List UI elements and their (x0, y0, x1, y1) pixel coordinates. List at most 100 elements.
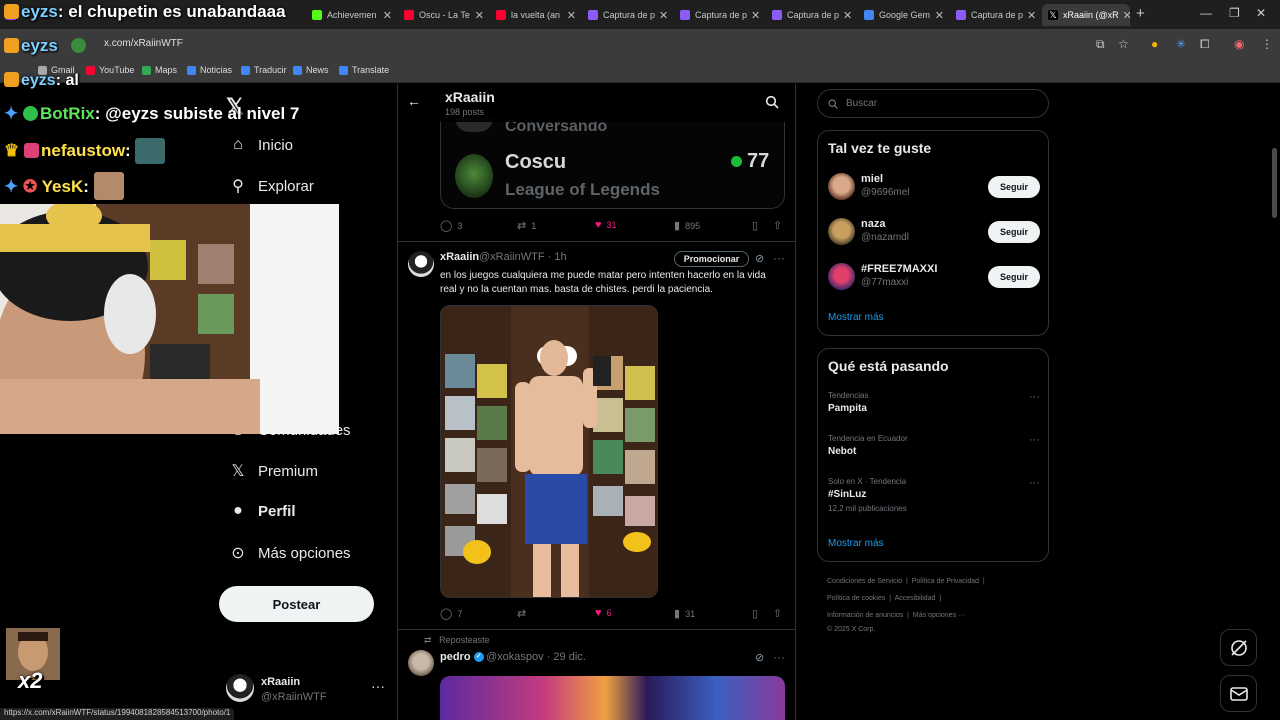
repost-icon: ⇄ (424, 635, 432, 645)
footer-link[interactable]: Política de cookies (827, 595, 885, 602)
profile-avatar-icon[interactable]: ◉ (1234, 37, 1244, 51)
url-field[interactable]: x.com/xRaiinWTF (104, 38, 183, 49)
footer-link[interactable]: Más opciones ··· (913, 612, 965, 619)
tab-captura-1[interactable]: Captura de p ✕ (582, 4, 674, 26)
more-dots-icon[interactable]: ··· (1029, 477, 1040, 489)
messages-button[interactable] (1220, 675, 1257, 712)
new-tab-icon[interactable]: + (1136, 5, 1145, 22)
repost-button[interactable]: ⇄ (517, 607, 531, 620)
grok-icon[interactable]: ⊘ (755, 651, 764, 664)
footer-link[interactable]: Accesibilidad (895, 595, 936, 602)
follow-suggestion[interactable]: naza @nazamdl Seguir (828, 215, 1040, 251)
bookmark-youtube[interactable]: YouTube (86, 65, 134, 75)
avatar[interactable] (408, 251, 434, 277)
follow-suggestion[interactable]: #FREE7MAXXI @77maxxi Seguir (828, 260, 1040, 296)
streamer-webcam (0, 204, 339, 434)
close-tab-icon[interactable]: ✕ (563, 9, 576, 22)
close-tab-icon[interactable]: ✕ (471, 9, 484, 22)
nav-inicio[interactable]: ⌂ Inicio (228, 136, 293, 154)
reply-button[interactable]: ◯ 3 (440, 219, 462, 232)
tab-achievements[interactable]: Achievemen ✕ (306, 4, 398, 26)
bookmark-noticias[interactable]: Noticias (187, 65, 232, 75)
tweet-photo[interactable] (440, 676, 785, 720)
promote-button[interactable]: Promocionar (674, 251, 749, 267)
bookmark-star-icon[interactable]: ☆ (1118, 37, 1129, 51)
live-stream-card[interactable]: Conversando Coscu League of Legends 77 (440, 118, 785, 209)
footer-link[interactable]: Condiciones de Servicio (827, 578, 902, 585)
nav-explorar[interactable]: ⚲ Explorar (228, 176, 314, 196)
bookmark-translate[interactable]: Translate (339, 65, 389, 75)
search-input[interactable]: Buscar (817, 89, 1049, 118)
show-more-link[interactable]: Mostrar más (828, 538, 884, 549)
tweet-author[interactable]: pedro ✓ (440, 651, 484, 663)
trend-item[interactable]: Solo en X · Tendencia #SinLuz 12,2 mil p… (828, 477, 1040, 513)
home-icon: ⌂ (233, 136, 243, 153)
tab-oscu[interactable]: Oscu - La Te ✕ (398, 4, 490, 26)
bookmark-maps[interactable]: Maps (142, 65, 177, 75)
close-tab-icon[interactable]: ✕ (1023, 9, 1036, 22)
close-tab-icon[interactable]: ✕ (747, 9, 760, 22)
tweet-author-name[interactable]: xRaaiin (440, 251, 479, 263)
tab-la-vuelta[interactable]: la vuelta (an ✕ (490, 4, 582, 26)
search-icon[interactable] (765, 95, 779, 109)
maximize-icon[interactable]: ❐ (1229, 6, 1240, 20)
extension-icon[interactable]: ● (1151, 37, 1158, 51)
close-tab-icon[interactable]: ✕ (379, 9, 392, 22)
close-window-icon[interactable]: ✕ (1256, 6, 1266, 20)
bookmark-traducir[interactable]: Traducir (241, 65, 287, 75)
tab-captura-3[interactable]: Captura de p ✕ (766, 4, 858, 26)
post-button[interactable]: Postear (219, 586, 374, 622)
tab-captura-2[interactable]: Captura de p ✕ (674, 4, 766, 26)
close-tab-icon[interactable]: ✕ (655, 9, 668, 22)
avatar[interactable] (408, 650, 434, 676)
install-app-icon[interactable]: ⧉ (1096, 37, 1105, 52)
footer-link[interactable]: Política de Privacidad (912, 578, 979, 585)
tab-captura-4[interactable]: Captura de p ✕ (950, 4, 1042, 26)
tweet-meta: @xRaiinWTF · 1h (479, 251, 567, 263)
extension-icon[interactable]: ✳ (1176, 37, 1186, 51)
tab-xraaiin[interactable]: 𝕏 xRaaiin (@xR ✕ (1042, 4, 1130, 26)
views-button[interactable]: ▮ 31 (674, 607, 695, 620)
more-dots-icon[interactable]: ··· (1029, 434, 1040, 446)
show-more-link[interactable]: Mostrar más (828, 312, 884, 323)
follow-button[interactable]: Seguir (988, 266, 1040, 288)
reply-button[interactable]: ◯ 7 (440, 607, 462, 620)
more-dots-icon[interactable]: ··· (1029, 391, 1040, 403)
grok-icon[interactable]: ⊘ (755, 252, 764, 265)
nav-mas-opciones[interactable]: ⊙ Más opciones (228, 543, 350, 563)
grok-button[interactable] (1220, 629, 1257, 666)
heart-icon: ♥ (595, 219, 602, 231)
share-button[interactable]: ⇧ (773, 607, 787, 620)
chat-username: BotRix (39, 104, 95, 123)
back-arrow-icon[interactable]: ← (407, 93, 421, 109)
repost-icon: ⇄ (517, 220, 527, 232)
trend-item[interactable]: Tendencias Pampita ··· (828, 391, 1040, 414)
nav-perfil[interactable]: ● Perfil (228, 502, 295, 520)
follow-suggestion[interactable]: miel @9696mel Seguir (828, 170, 1040, 206)
close-tab-icon[interactable]: ✕ (839, 9, 852, 22)
bookmark-button[interactable]: ▯ (752, 607, 763, 620)
trend-item[interactable]: Tendencia en Ecuador Nebot ··· (828, 434, 1040, 457)
tweet-photo[interactable] (440, 305, 658, 598)
close-tab-icon[interactable]: ✕ (931, 9, 944, 22)
browser-menu-icon[interactable]: ⋮ (1261, 37, 1273, 51)
bookmark-news[interactable]: News (293, 65, 329, 75)
tab-gemini[interactable]: Google Gem ✕ (858, 4, 950, 26)
footer-link[interactable]: Información de anuncios (827, 612, 903, 619)
extensions-puzzle-icon[interactable]: ⧠ (1200, 37, 1210, 52)
follow-button[interactable]: Seguir (988, 221, 1040, 243)
like-button[interactable]: ♥ 31 (595, 219, 617, 231)
close-tab-icon[interactable]: ✕ (1119, 9, 1130, 22)
like-button[interactable]: ♥ 6 (595, 607, 612, 619)
minimize-icon[interactable]: — (1200, 6, 1212, 20)
follow-button[interactable]: Seguir (988, 176, 1040, 198)
more-dots-icon[interactable]: ··· (773, 650, 785, 664)
bookmark-button[interactable]: ▯ (752, 219, 763, 232)
scrollbar[interactable] (1272, 148, 1277, 218)
share-button[interactable]: ⇧ (773, 219, 787, 232)
more-dots-icon[interactable]: ··· (773, 251, 785, 265)
nav-premium[interactable]: 𝕏 Premium (228, 461, 318, 481)
views-button[interactable]: ▮ 895 (674, 219, 700, 232)
repost-button[interactable]: ⇄ 1 (517, 219, 536, 232)
emote-icon (93, 172, 124, 200)
